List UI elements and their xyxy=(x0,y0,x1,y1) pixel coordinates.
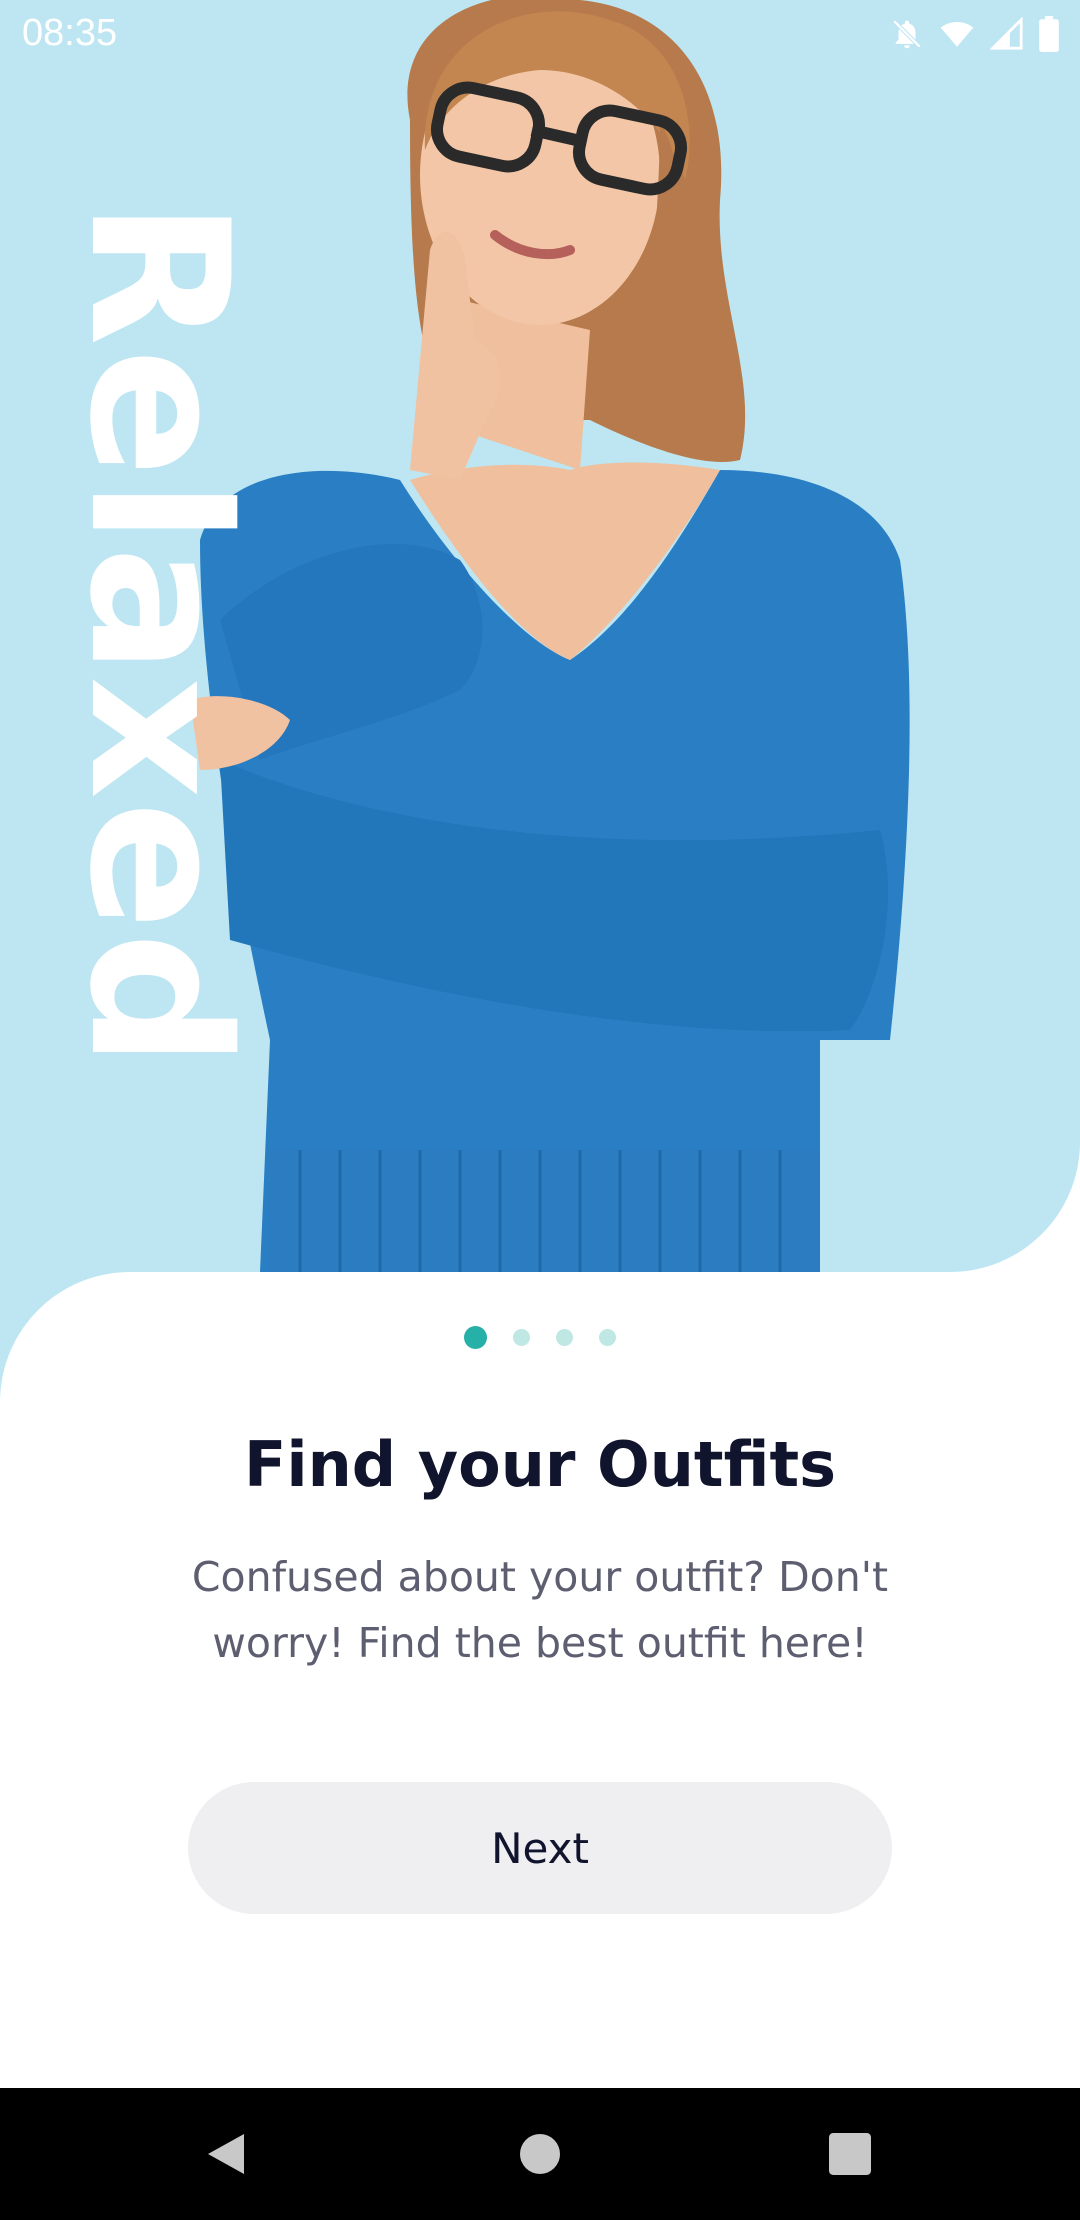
hero-image-area: Relaxed xyxy=(0,0,1080,1272)
page-dot-4[interactable] xyxy=(599,1329,616,1346)
notifications-off-icon xyxy=(892,19,922,49)
nav-recents-button[interactable] xyxy=(784,2088,916,2220)
page-dot-3[interactable] xyxy=(556,1329,573,1346)
page-dot-2[interactable] xyxy=(513,1329,530,1346)
home-icon xyxy=(520,2134,560,2174)
status-bar: 08:35 xyxy=(0,0,1080,66)
system-nav-bar xyxy=(0,2088,1080,2220)
nav-back-button[interactable] xyxy=(160,2088,292,2220)
status-icons xyxy=(890,14,1060,54)
onboarding-description: Confused about your outfit? Don't worry!… xyxy=(191,1553,889,1667)
next-button[interactable]: Next xyxy=(188,1782,892,1914)
slide-word-text: Relaxed xyxy=(48,200,269,1070)
nav-home-button[interactable] xyxy=(474,2088,606,2220)
status-time: 08:35 xyxy=(22,12,118,54)
onboarding-screen: Relaxed 08:35 Find your Outfits Confused… xyxy=(0,0,1080,2220)
recents-icon xyxy=(829,2133,871,2175)
page-indicator xyxy=(0,1326,1080,1349)
signal-icon xyxy=(990,17,1023,50)
page-dot-1[interactable] xyxy=(464,1326,487,1349)
battery-icon xyxy=(1039,16,1059,52)
woman-thinking-photo xyxy=(190,0,910,1272)
wifi-icon xyxy=(940,21,974,47)
slide-vertical-word: Relaxed xyxy=(48,200,269,1070)
content-sheet xyxy=(0,1272,1080,2088)
onboarding-title: Find your Outfits xyxy=(244,1428,836,1501)
back-icon xyxy=(208,2134,244,2174)
